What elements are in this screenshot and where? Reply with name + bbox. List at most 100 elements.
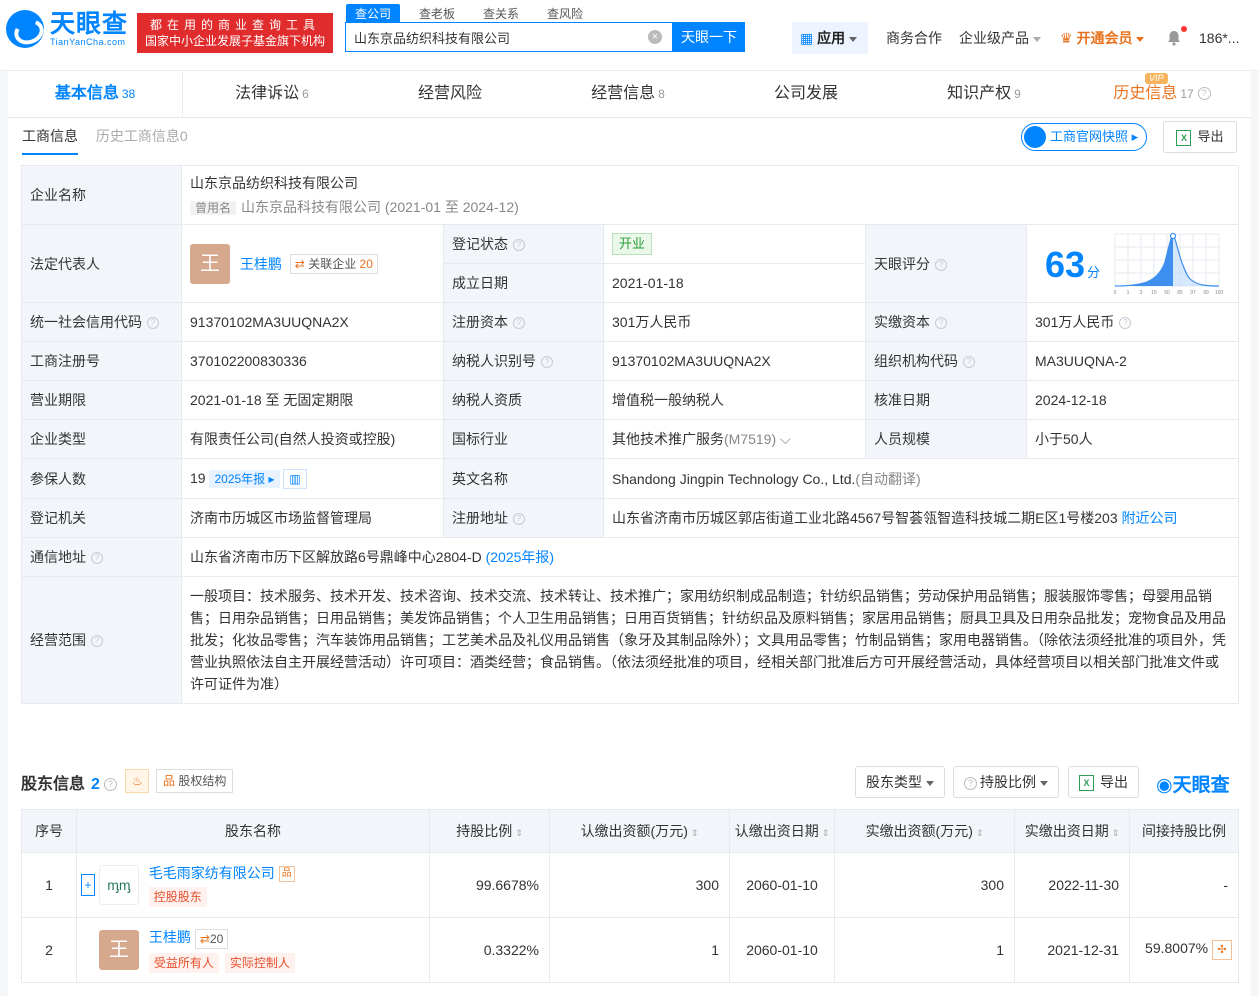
related-companies-tag[interactable]: ⇄ 关联企业 20 <box>289 253 378 274</box>
company-logo[interactable]: ᶆᶆ <box>98 865 139 905</box>
tab-search-boss[interactable]: 查老板 <box>410 4 464 23</box>
scope-label: 经营范围 <box>30 632 86 648</box>
shareholders-count: 2 <box>91 776 100 793</box>
help-icon[interactable]: ? <box>513 317 525 330</box>
nearby-companies-link[interactable]: 附近公司 <box>1122 510 1178 526</box>
help-icon[interactable]: ? <box>963 356 975 369</box>
brand-logo: ◉天眼查 <box>1156 775 1230 796</box>
shareholder-name-link[interactable]: 毛毛雨家纺有限公司 <box>149 865 275 881</box>
legal-rep-link[interactable]: 王桂鹏 <box>240 256 282 272</box>
user-menu[interactable]: 186*... <box>1199 22 1239 54</box>
nav-business[interactable]: 商务合作 <box>886 22 942 54</box>
reg-capital-label: 注册资本 <box>452 314 508 330</box>
excel-icon: X <box>1176 129 1192 146</box>
logo-title: 天眼查 <box>50 10 129 38</box>
help-icon[interactable]: ? <box>1119 317 1132 330</box>
tab-lawsuits[interactable]: 法律诉讼 6 <box>183 71 361 117</box>
insured-label: 参保人数 <box>21 458 182 499</box>
help-icon[interactable]: ? <box>513 513 525 526</box>
search-box: × <box>345 22 673 52</box>
shareholder-type-filter[interactable]: 股东类型 <box>855 766 945 798</box>
search-input[interactable] <box>346 23 636 51</box>
help-icon[interactable]: ? <box>103 778 117 792</box>
col-ratio[interactable]: 持股比例 ⇕ <box>429 809 550 853</box>
tab-operation-info[interactable]: 经营信息 8 <box>539 71 717 117</box>
term-label: 营业期限 <box>21 380 182 420</box>
col-paid-date[interactable]: 实缴出资日期 ⇕ <box>1014 809 1130 853</box>
taxpayer-id-label: 纳税人识别号 <box>452 353 536 369</box>
search-button[interactable]: 天眼一下 <box>673 22 745 52</box>
structure-icon: 品 <box>163 774 176 788</box>
apps-menu[interactable]: ▦ 应用 <box>792 22 868 54</box>
site-logo[interactable]: 天眼查 TianYanCha.com <box>6 10 128 48</box>
avatar[interactable]: 王 <box>99 930 139 970</box>
found-date-label: 成立日期 <box>443 263 604 303</box>
paid-capital: 301万人民币 <box>1035 314 1115 330</box>
annual-report-tag[interactable]: 2025年报 ▸ <box>209 469 280 488</box>
export-button[interactable]: X 导出 <box>1163 121 1237 153</box>
expand-icon[interactable]: + <box>81 874 95 896</box>
tab-search-company[interactable]: 查公司 <box>346 4 401 23</box>
tab-search-risk[interactable]: 查风险 <box>538 4 592 23</box>
help-icon[interactable]: ? <box>513 239 525 252</box>
bell-icon[interactable] <box>1166 30 1182 46</box>
clear-icon[interactable]: × <box>648 30 662 44</box>
nav-enterprise[interactable]: 企业级产品 <box>959 22 1041 54</box>
english-name: Shandong Jingpin Technology Co., Ltd. <box>612 470 856 487</box>
taxpayer-qual: 增值税一般纳税人 <box>603 380 866 420</box>
tab-history[interactable]: 历史信息 17? VIP <box>1073 71 1251 117</box>
related-companies-tag[interactable]: ⇄20 <box>194 928 229 949</box>
tab-basic-info[interactable]: 基本信息 38 <box>8 71 183 117</box>
tab-development[interactable]: 公司发展 <box>717 71 895 117</box>
tianyan-score[interactable]: 63 分 0 1 3 15 50 85 97 99 100 <box>1035 226 1230 302</box>
col-sub-amount[interactable]: 认缴出资额(万元) ⇕ <box>549 809 730 853</box>
score-label: 天眼评分 <box>874 255 930 272</box>
help-icon[interactable]: ? <box>91 635 103 648</box>
svg-text:50: 50 <box>1164 290 1170 296</box>
excel-icon: X <box>1079 775 1094 792</box>
help-icon[interactable]: ? <box>541 356 553 369</box>
help-icon[interactable]: ? <box>147 317 159 330</box>
staff-label: 人员规模 <box>865 419 1027 459</box>
shareholders-export-button[interactable]: X 导出 <box>1068 766 1139 798</box>
help-icon[interactable]: ? <box>91 552 103 565</box>
term: 2021-01-18 至 无固定期限 <box>181 380 444 420</box>
col-paid-amount[interactable]: 实缴出资额(万元) ⇕ <box>834 809 1015 853</box>
help-icon[interactable]: ? <box>935 258 947 271</box>
col-sub-date[interactable]: 认缴出资日期 ⇕ <box>729 809 835 853</box>
chevron-down-icon <box>1040 780 1048 786</box>
subtab-biz-info[interactable]: 工商信息 <box>22 126 78 155</box>
path-icon[interactable]: ✣ <box>1212 940 1232 960</box>
beneficial-owner-tag: 受益所有人 <box>148 952 219 973</box>
company-tabs: 基本信息 38 法律诉讼 6 经营风险 经营信息 8 公司发展 知识产权 9 历史信息 1… <box>8 71 1251 118</box>
sort-icon: ⇕ <box>515 828 523 838</box>
svg-text:3: 3 <box>1140 290 1143 296</box>
chart-icon[interactable]: ▥ <box>283 468 307 489</box>
holding-ratio-filter[interactable]: ? 持股比例 <box>953 766 1059 798</box>
shareholder-name-link[interactable]: 王桂鹏 <box>149 929 191 945</box>
chevron-down-icon <box>849 36 858 42</box>
alert-bell-icon[interactable]: ♨ <box>125 769 149 793</box>
subtab-history-biz-info[interactable]: 历史工商信息0 <box>96 126 188 153</box>
avatar[interactable]: 王 <box>190 243 230 284</box>
tab-business-risk[interactable]: 经营风险 <box>361 71 539 117</box>
tab-search-relation[interactable]: 查关系 <box>474 4 528 23</box>
structure-icon[interactable]: 品 <box>278 866 295 883</box>
equity-structure-button[interactable]: 品 股权结构 <box>156 769 234 793</box>
svg-text:85: 85 <box>1177 290 1183 296</box>
chevron-down-icon: ⌵ <box>780 431 791 447</box>
nav-vip[interactable]: ♛ 开通会员 <box>1060 22 1145 54</box>
chevron-down-icon <box>926 780 934 786</box>
sort-icon: ⇕ <box>821 828 830 838</box>
official-snapshot-button[interactable]: 工商官网快照 ▸ <box>1021 123 1148 151</box>
tab-ip[interactable]: 知识产权 9 <box>895 71 1073 117</box>
mail-addr-source-link[interactable]: (2025年报) <box>486 549 554 565</box>
taxpayer-id: 91370102MA3UUQNA2X <box>603 341 866 381</box>
mail-addr-label: 通信地址 <box>30 549 86 565</box>
table-row: 2 王 王桂鹏 ⇄20 受益所有人 实际控制人 0.3322% 1 2060-01-… <box>21 917 1239 983</box>
reg-status-label: 登记状态 <box>452 236 508 252</box>
help-icon[interactable]: ? <box>935 317 947 330</box>
industry[interactable]: 其他技术推广服务(M7519) ⌵ <box>603 419 866 459</box>
notification-dot <box>1181 26 1187 32</box>
status-badge: 开业 <box>612 233 653 255</box>
